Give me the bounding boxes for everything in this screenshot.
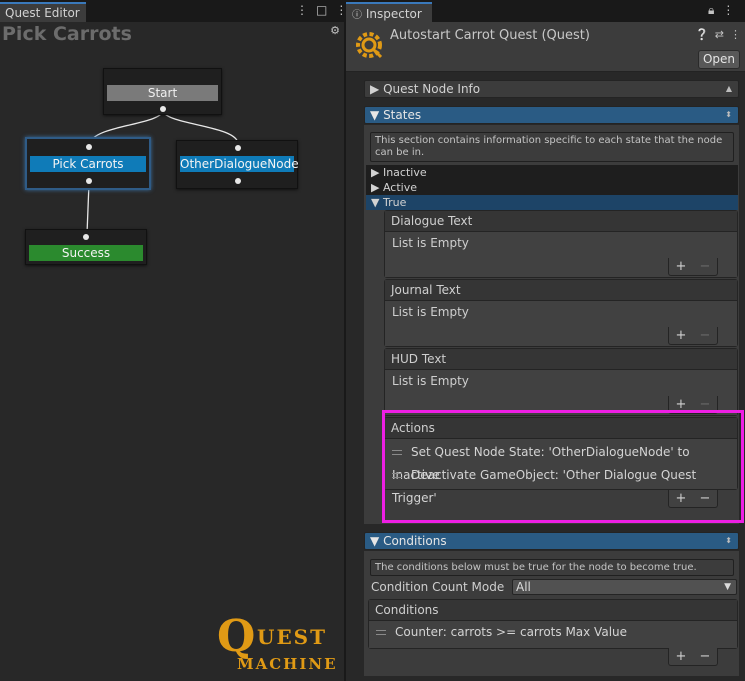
collapsed-arrow-icon: ▶: [371, 166, 380, 179]
dialogue-text-header: Dialogue Text: [385, 211, 737, 232]
inspector-tab-tools: 🔒︎ ⋮: [708, 3, 734, 18]
quest-machine-logo: Q UEST MACHINE: [217, 611, 342, 675]
conditions-list: Conditions Counter: carrots >= carrots M…: [368, 599, 738, 649]
remove-button[interactable]: −: [700, 259, 711, 274]
actions-highlight-box: [382, 410, 744, 523]
states-help-box: This section contains information specif…: [370, 132, 734, 162]
node-pick-carrots-input-port[interactable]: [86, 144, 92, 150]
collapsed-arrow-icon: ▶: [370, 82, 380, 96]
dialogue-text-add-remove: + −: [668, 258, 718, 276]
remove-button[interactable]: −: [700, 328, 711, 343]
conditions-list-header: Conditions: [369, 600, 737, 621]
foldout-conditions[interactable]: ▼ Conditions ⬍: [364, 532, 739, 550]
inspector-tabbar: ⓘ Inspector 🔒︎ ⋮: [346, 0, 745, 22]
journal-text-add-remove: + −: [668, 327, 718, 345]
chevron-down-icon: ▼: [724, 582, 731, 592]
state-inactive-label: Inactive: [382, 166, 427, 179]
node-other-dialogue-label: OtherDialogueNode: [180, 156, 299, 172]
conditions-list-body: Counter: carrots >= carrots Max Value: [369, 621, 737, 648]
state-active-label: Active: [382, 181, 417, 194]
node-start[interactable]: Start: [103, 68, 222, 115]
reorder-icon: ▲: [725, 84, 732, 93]
foldout-states[interactable]: ▼ States ⬍: [364, 106, 739, 124]
condition-count-mode-value: All: [516, 580, 531, 594]
lock-icon[interactable]: 🔒︎: [708, 3, 714, 18]
kebab-menu-icon[interactable]: ⋮: [730, 28, 741, 41]
reorder-icon: ⬍: [725, 536, 732, 545]
hud-text-header: HUD Text: [385, 349, 737, 370]
add-button[interactable]: +: [676, 259, 687, 274]
state-row-inactive[interactable]: ▶ Inactive: [366, 165, 738, 180]
foldout-quest-node-info-label: Quest Node Info: [383, 82, 481, 96]
tab-inspector[interactable]: ⓘ Inspector: [346, 2, 432, 22]
condition-item[interactable]: Counter: carrots >= carrots Max Value: [376, 621, 737, 644]
node-start-label: Start: [107, 85, 218, 101]
condition-item-label: Counter: carrots >= carrots Max Value: [395, 625, 628, 639]
inspector-tab-label: Inspector: [365, 7, 422, 21]
journal-text-header: Journal Text: [385, 280, 737, 301]
expanded-arrow-icon: ▼: [370, 108, 380, 122]
node-success-label: Success: [29, 245, 143, 261]
node-other-dialogue[interactable]: OtherDialogueNode: [176, 140, 299, 189]
node-success[interactable]: Success: [25, 229, 147, 265]
conditions-help-box: The conditions below must be true for th…: [370, 559, 734, 576]
header-icons: ❔ ⇄ ⋮: [695, 28, 741, 41]
logo-uest: UEST: [257, 625, 328, 649]
remove-button[interactable]: −: [700, 649, 711, 664]
node-other-dialogue-input-port[interactable]: [235, 145, 241, 151]
expanded-arrow-icon: ▼: [371, 196, 380, 209]
add-button[interactable]: +: [676, 328, 687, 343]
inspector-panel: ⓘ Inspector 🔒︎ ⋮ Autostart Carrot Quest …: [346, 0, 745, 681]
condition-count-mode-dropdown[interactable]: All ▼: [512, 579, 737, 595]
inspector-title: Autostart Carrot Quest (Quest): [390, 28, 590, 43]
collapsed-arrow-icon: ▶: [371, 181, 380, 194]
node-pick-carrots[interactable]: Pick Carrots: [25, 137, 151, 190]
help-icon[interactable]: ❔: [695, 28, 709, 41]
conditions-add-remove: + −: [668, 648, 718, 666]
foldout-quest-node-info[interactable]: ▶ Quest Node Info ▲: [364, 80, 739, 98]
inspector-tab-icon: ⓘ: [352, 10, 362, 21]
expanded-arrow-icon: ▼: [370, 534, 380, 548]
node-success-input-port[interactable]: [83, 234, 89, 240]
state-true-label: True: [382, 196, 407, 209]
preset-icon[interactable]: ⇄: [715, 28, 724, 41]
inspector-header: Autostart Carrot Quest (Quest) ❔ ⇄ ⋮ Ope…: [346, 22, 745, 72]
quest-editor-panel: Quest Editor ⋮ □ ⋮ Pick Carrots ⚙ Start …: [0, 0, 347, 681]
quest-gear-icon: [356, 32, 383, 59]
drag-handle-icon[interactable]: [376, 630, 386, 635]
reorder-icon: ⬍: [725, 110, 732, 119]
add-button[interactable]: +: [676, 649, 687, 664]
node-other-dialogue-output-port[interactable]: [235, 178, 241, 184]
foldout-conditions-label: Conditions: [383, 534, 447, 548]
foldout-states-label: States: [383, 108, 422, 122]
kebab-menu-icon[interactable]: ⋮: [722, 3, 734, 18]
node-start-output-port[interactable]: [160, 106, 166, 112]
node-pick-carrots-label: Pick Carrots: [30, 156, 146, 172]
open-button[interactable]: Open: [698, 50, 740, 69]
logo-machine: MACHINE: [237, 655, 338, 673]
node-pick-carrots-output-port[interactable]: [86, 178, 92, 184]
condition-count-mode-label: Condition Count Mode: [371, 580, 505, 594]
state-row-true[interactable]: ▼ True: [366, 195, 738, 210]
state-row-active[interactable]: ▶ Active: [366, 180, 738, 195]
